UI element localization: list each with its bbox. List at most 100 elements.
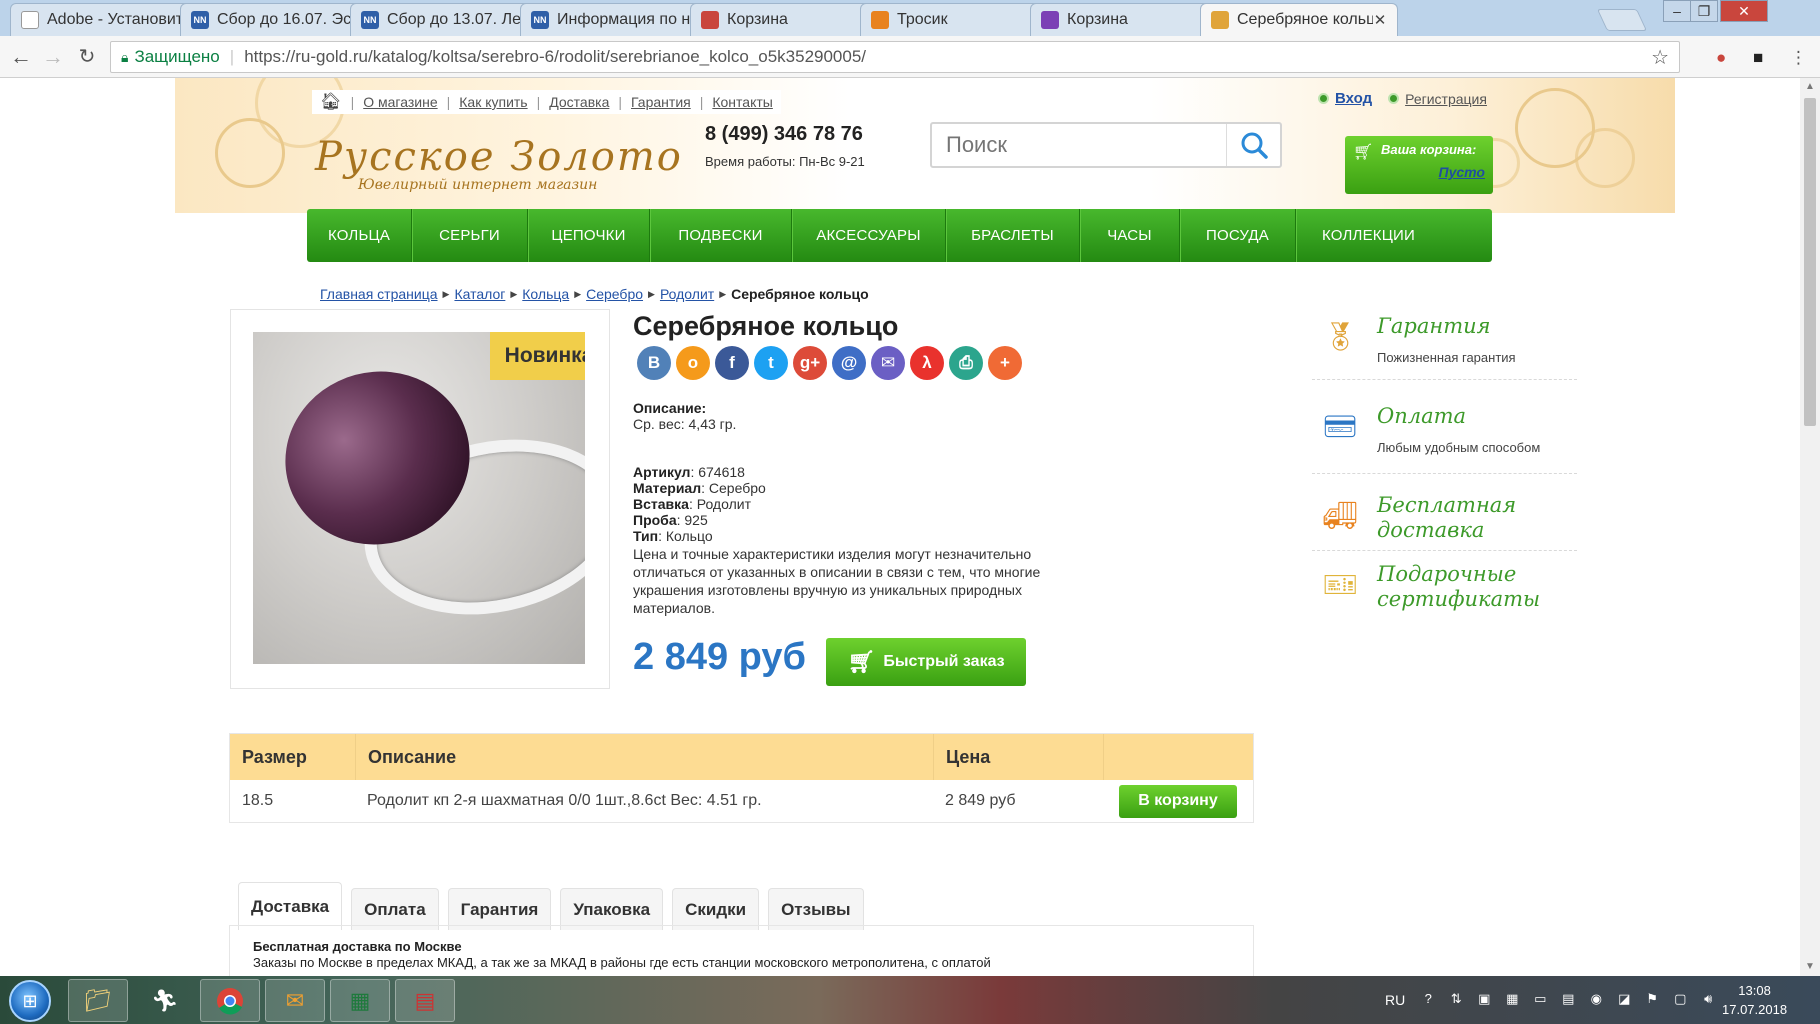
agent-icon[interactable]: 🏃︎ — [135, 979, 195, 1022]
page-scrollbar[interactable]: ▲ ▼ — [1800, 78, 1820, 976]
info-tab[interactable]: Оплата — [351, 888, 439, 930]
browser-tab[interactable]: NNСбор до 13.07. Лет✕ — [350, 3, 548, 36]
feature-1[interactable]: 🏅︎ Гарантия Пожизненная гарантия — [1312, 314, 1577, 380]
breadcrumb-link[interactable]: Главная страница — [320, 286, 438, 302]
help-icon[interactable]: ? — [1417, 991, 1439, 1009]
browser-tab[interactable]: Корзина✕ — [1030, 3, 1228, 36]
nav-item[interactable]: ПОДВЕСКИ — [650, 209, 792, 262]
explorer-icon[interactable]: 📁︎ — [68, 979, 128, 1022]
livejournal-icon[interactable]: λ — [910, 346, 944, 380]
top-menu-link[interactable]: Гарантия — [631, 94, 691, 110]
nav-item[interactable]: ЦЕПОЧКИ — [528, 209, 650, 262]
tab-close-icon[interactable]: ✕ — [1373, 11, 1387, 29]
chrome-tray-icon[interactable]: ◉ — [1585, 991, 1607, 1009]
search-button[interactable] — [1226, 124, 1280, 166]
browser-tab[interactable]: NNИнформация по на✕ — [520, 3, 718, 36]
network-icon[interactable]: ▣ — [1473, 991, 1495, 1009]
feature-4[interactable]: 🎫︎ Подарочные сертификаты — [1312, 562, 1577, 642]
breadcrumb-link[interactable]: Каталог — [454, 286, 505, 302]
logo-title[interactable]: Русское Золото — [315, 134, 683, 180]
browser-tab[interactable]: Серебряное кольц ✕ — [1200, 3, 1398, 36]
restore-button[interactable]: ❐ — [1690, 0, 1718, 22]
outlook-icon[interactable]: ✉ — [265, 979, 325, 1022]
breadcrumb-link[interactable]: Серебро — [586, 286, 643, 302]
lock-icon: 🔒︎ — [121, 48, 129, 65]
nav-item[interactable]: ЧАСЫ — [1080, 209, 1180, 262]
info-tab[interactable]: Отзывы — [768, 888, 864, 930]
language-indicator[interactable]: RU — [1385, 992, 1405, 1008]
info-tab[interactable]: Скидки — [672, 888, 760, 930]
start-button[interactable]: ⊞ — [9, 980, 51, 1022]
chrome-icon[interactable] — [200, 979, 260, 1022]
feature-2[interactable]: 💳︎ Оплата Любым удобным способом — [1312, 404, 1577, 474]
tray-app-icon[interactable]: ◪ — [1613, 991, 1635, 1009]
browser-tab[interactable]: Adobe - Установить✕ — [10, 3, 208, 36]
browser-tab[interactable]: Корзина✕ — [690, 3, 888, 36]
breadcrumb-link[interactable]: Родолит — [660, 286, 714, 302]
tray-app-icon[interactable]: ▤ — [1557, 991, 1579, 1009]
tray-app-icon[interactable]: ▦ — [1501, 991, 1523, 1009]
column-description: Описание — [355, 734, 933, 780]
top-menu-link[interactable]: Как купить — [459, 94, 527, 110]
vk-icon[interactable]: B — [637, 346, 671, 380]
back-icon[interactable]: ← — [8, 44, 34, 70]
action-center-icon[interactable]: ▢ — [1669, 991, 1691, 1009]
extension-icon[interactable]: ● — [1716, 48, 1726, 68]
top-menu-link[interactable]: Доставка — [549, 94, 609, 110]
app-icon[interactable]: ▤ — [395, 979, 455, 1022]
scroll-down-icon[interactable]: ▼ — [1800, 958, 1820, 976]
browser-tab[interactable]: NNСбор до 16.07. Эст✕ — [180, 3, 378, 36]
new-tab-button[interactable] — [1596, 9, 1648, 31]
clock[interactable]: 13:08 17.07.2018 — [1722, 981, 1787, 1019]
nav-item[interactable]: СЕРЬГИ — [412, 209, 528, 262]
mail-ru-icon[interactable]: @ — [832, 346, 866, 380]
add-to-cart-button[interactable]: В корзину — [1119, 784, 1237, 818]
info-tab[interactable]: Доставка — [238, 882, 343, 930]
close-window-button[interactable]: ✕ — [1720, 0, 1768, 22]
nav-item[interactable]: КОЛЛЕКЦИИ — [1296, 209, 1441, 262]
top-menu-link[interactable]: Контакты — [712, 94, 772, 110]
feature-3[interactable]: 🚚︎ Бесплатная доставка — [1312, 493, 1577, 551]
top-menu-link[interactable]: О магазине — [363, 94, 437, 110]
minimize-button[interactable]: – — [1663, 0, 1691, 22]
scroll-thumb[interactable] — [1804, 98, 1816, 426]
clock-date: 17.07.2018 — [1722, 1002, 1788, 1017]
forward-icon[interactable]: → — [40, 44, 66, 70]
facebook-icon[interactable]: f — [715, 346, 749, 380]
more-share-icon[interactable]: + — [988, 346, 1022, 380]
flag-icon[interactable]: ⚑ — [1641, 991, 1663, 1009]
home-icon[interactable]: 🏠︎ — [320, 92, 342, 112]
nav-item[interactable]: БРАСЛЕТЫ — [946, 209, 1080, 262]
twitter-icon[interactable]: t — [754, 346, 788, 380]
info-tab[interactable]: Гарантия — [447, 888, 552, 930]
cart-status[interactable]: Пусто — [1353, 164, 1485, 180]
quick-order-button[interactable]: 🛒︎ Быстрый заказ — [826, 638, 1026, 686]
bookmark-star-icon[interactable]: ☆ — [1651, 45, 1669, 70]
breadcrumb-link[interactable]: Кольца — [522, 286, 569, 302]
menu-icon[interactable]: ⋮ — [1790, 48, 1807, 68]
login-link[interactable]: Вход — [1335, 90, 1372, 107]
nav-item[interactable]: КОЛЬЦА — [307, 209, 412, 262]
info-tab[interactable]: Упаковка — [560, 888, 664, 930]
browser-tab[interactable]: Тросик✕ — [860, 3, 1058, 36]
product-photo[interactable]: Новинка — [253, 332, 585, 664]
monitor-icon[interactable]: ▭ — [1529, 991, 1551, 1009]
browser-tab-title: Сбор до 13.07. Лет — [387, 11, 523, 28]
tray-icon[interactable]: ⇅ — [1445, 991, 1467, 1009]
volume-icon[interactable]: 🔊︎ — [1697, 991, 1719, 1009]
scroll-up-icon[interactable]: ▲ — [1800, 78, 1820, 96]
print-icon[interactable]: ⎙ — [949, 346, 983, 380]
register-link[interactable]: Регистрация — [1405, 91, 1487, 107]
email-icon[interactable]: ✉ — [871, 346, 905, 380]
url-field[interactable]: 🔒︎ Защищено | https://ru-gold.ru/katalog… — [110, 41, 1680, 73]
reload-icon[interactable]: ↻ — [74, 44, 100, 70]
search-input[interactable] — [932, 124, 1222, 166]
odnoklassniki-icon[interactable]: o — [676, 346, 710, 380]
extension-m-icon[interactable]: ■ — [1753, 48, 1763, 68]
nav-item[interactable]: АКСЕССУАРЫ — [792, 209, 946, 262]
header-cart[interactable]: 🛒︎ Ваша корзина: Пусто — [1345, 136, 1493, 194]
nav-item[interactable]: ПОСУДА — [1180, 209, 1296, 262]
excel-icon[interactable]: ▦ — [330, 979, 390, 1022]
feature-title: Гарантия — [1377, 314, 1491, 338]
google-plus-icon[interactable]: g+ — [793, 346, 827, 380]
